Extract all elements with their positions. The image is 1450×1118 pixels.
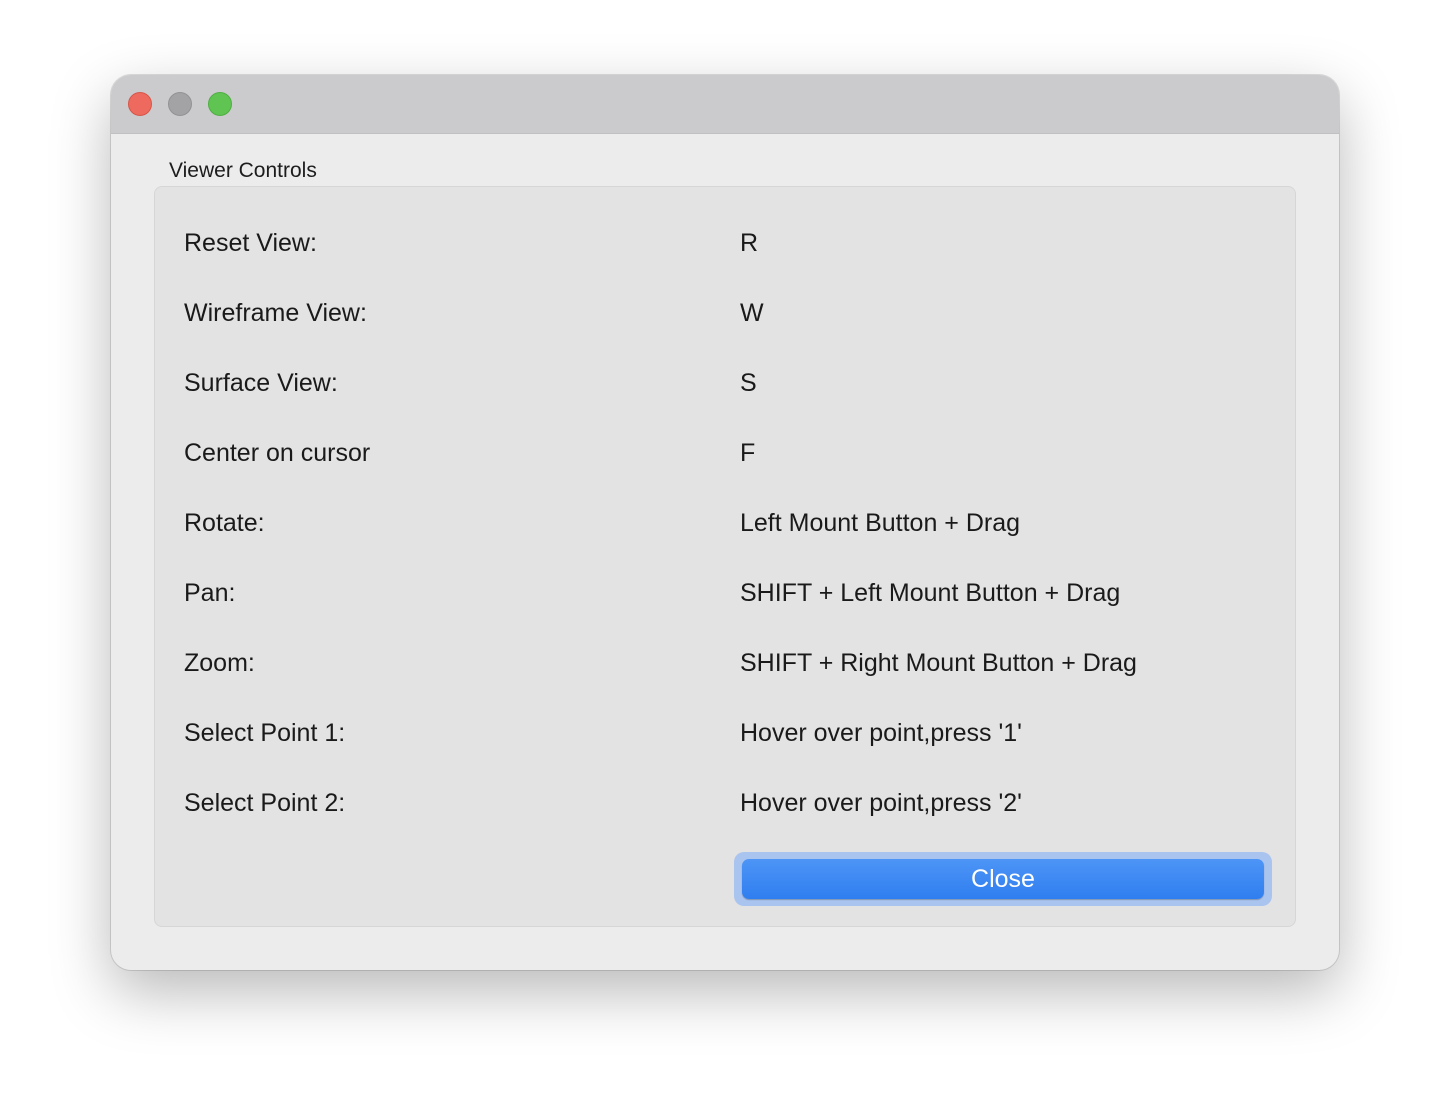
- control-label: Select Point 2:: [184, 789, 346, 817]
- control-shortcut: R: [740, 229, 759, 257]
- control-row-surface-view: Surface View: S: [155, 363, 1295, 403]
- control-label: Zoom:: [184, 649, 255, 677]
- control-label: Surface View:: [184, 369, 338, 397]
- control-label: Select Point 1:: [184, 719, 346, 747]
- control-label: Pan:: [184, 579, 236, 607]
- control-shortcut: Left Mount Button + Drag: [740, 509, 1021, 537]
- control-row-center-on-cursor: Center on cursor F: [155, 433, 1295, 473]
- control-row-select-point-2: Select Point 2: Hover over point,press '…: [155, 783, 1295, 823]
- control-row-select-point-1: Select Point 1: Hover over point,press '…: [155, 713, 1295, 753]
- window-zoom-icon[interactable]: [208, 92, 232, 116]
- control-shortcut: S: [740, 369, 757, 397]
- control-label: Center on cursor: [184, 439, 371, 467]
- control-shortcut: Hover over point,press '1': [740, 719, 1022, 747]
- control-row-rotate: Rotate: Left Mount Button + Drag: [155, 503, 1295, 543]
- control-shortcut: Hover over point,press '2': [740, 789, 1022, 817]
- control-label: Wireframe View:: [184, 299, 367, 327]
- control-label: Reset View:: [184, 229, 317, 257]
- control-shortcut: W: [740, 299, 764, 327]
- control-row-pan: Pan: SHIFT + Left Mount Button + Drag: [155, 573, 1295, 613]
- window-minimize-icon[interactable]: [168, 92, 192, 116]
- control-shortcut: SHIFT + Left Mount Button + Drag: [740, 579, 1121, 607]
- control-row-reset-view: Reset View: R: [155, 223, 1295, 263]
- title-bar[interactable]: [111, 75, 1339, 134]
- control-shortcut: F: [740, 439, 756, 467]
- control-shortcut: SHIFT + Right Mount Button + Drag: [740, 649, 1137, 677]
- viewer-controls-window: Viewer Controls Reset View: R Wireframe …: [111, 75, 1339, 970]
- control-row-zoom: Zoom: SHIFT + Right Mount Button + Drag: [155, 643, 1295, 683]
- control-label: Rotate:: [184, 509, 265, 537]
- control-row-wireframe-view: Wireframe View: W: [155, 293, 1295, 333]
- group-title: Viewer Controls: [169, 159, 317, 182]
- controls-group-box: Reset View: R Wireframe View: W Surface …: [154, 186, 1296, 927]
- window-close-icon[interactable]: [128, 92, 152, 116]
- close-button[interactable]: Close: [742, 859, 1264, 899]
